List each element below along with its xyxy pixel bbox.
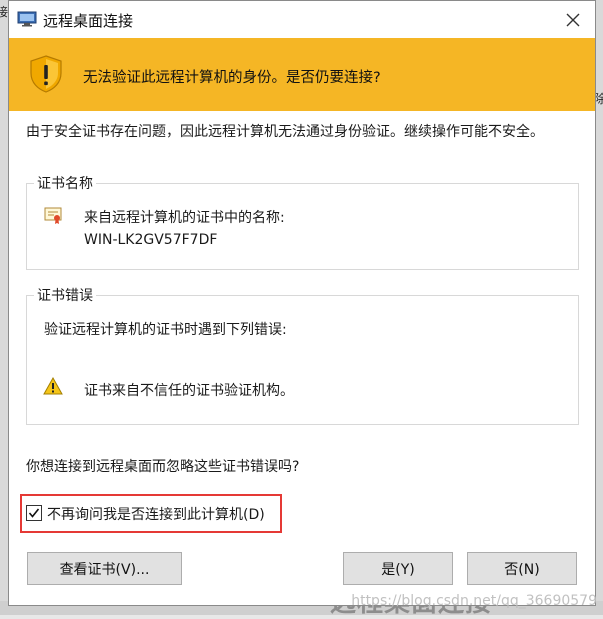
window-title: 远程桌面连接 bbox=[43, 12, 134, 30]
cert-error-group: 证书错误 验证远程计算机的证书时遇到下列错误: 证书来自不信任的证书验证机构。 bbox=[26, 285, 579, 425]
banner-message: 无法验证此远程计算机的身份。是否仍要连接? bbox=[83, 70, 381, 86]
cert-error-message: 证书来自不信任的证书验证机构。 bbox=[84, 383, 294, 399]
cert-name-group: 证书名称 来自远程计算机的证书中的名称: WIN-LK2GV57F7DF bbox=[26, 173, 579, 270]
security-description: 由于安全证书存在问题，因此远程计算机无法通过身份验证。继续操作可能不安全。 bbox=[26, 124, 544, 140]
view-certificate-button[interactable]: 查看证书(V)... bbox=[27, 552, 182, 585]
checkmark-icon bbox=[28, 508, 40, 518]
cert-error-intro: 验证远程计算机的证书时遇到下列错误: bbox=[44, 322, 287, 338]
cert-name-label: 来自远程计算机的证书中的名称: bbox=[84, 210, 285, 226]
no-button[interactable]: 否(N) bbox=[467, 552, 577, 585]
title-bar[interactable]: 远程桌面连接 bbox=[9, 1, 595, 38]
cert-name-legend: 证书名称 bbox=[34, 173, 96, 193]
yes-button[interactable]: 是(Y) bbox=[343, 552, 453, 585]
dont-ask-again-label[interactable]: 不再询问我是否连接到此计算机(D) bbox=[47, 504, 265, 524]
remote-desktop-icon bbox=[17, 11, 37, 27]
cert-error-legend: 证书错误 bbox=[34, 285, 96, 305]
warning-shield-icon bbox=[30, 55, 62, 93]
background-left-text: 接 bbox=[0, 5, 9, 19]
rdp-certificate-dialog: 远程桌面连接 无法验证此远程计算机的身份。是否仍要连接? 由于安全证书存在问题，… bbox=[8, 0, 596, 606]
warning-banner: 无法验证此远程计算机的身份。是否仍要连接? bbox=[9, 38, 595, 111]
watermark-text: https://blog.csdn.net/qq_36690579 bbox=[351, 593, 597, 609]
close-button[interactable] bbox=[559, 7, 587, 33]
close-icon bbox=[566, 13, 580, 27]
dont-ask-again-checkbox[interactable] bbox=[26, 505, 42, 521]
warning-icon bbox=[43, 377, 63, 395]
certificate-icon bbox=[44, 207, 62, 224]
cert-name-value: WIN-LK2GV57F7DF bbox=[84, 232, 218, 248]
ignore-errors-question: 你想连接到远程桌面而忽略这些证书错误吗? bbox=[26, 459, 300, 475]
